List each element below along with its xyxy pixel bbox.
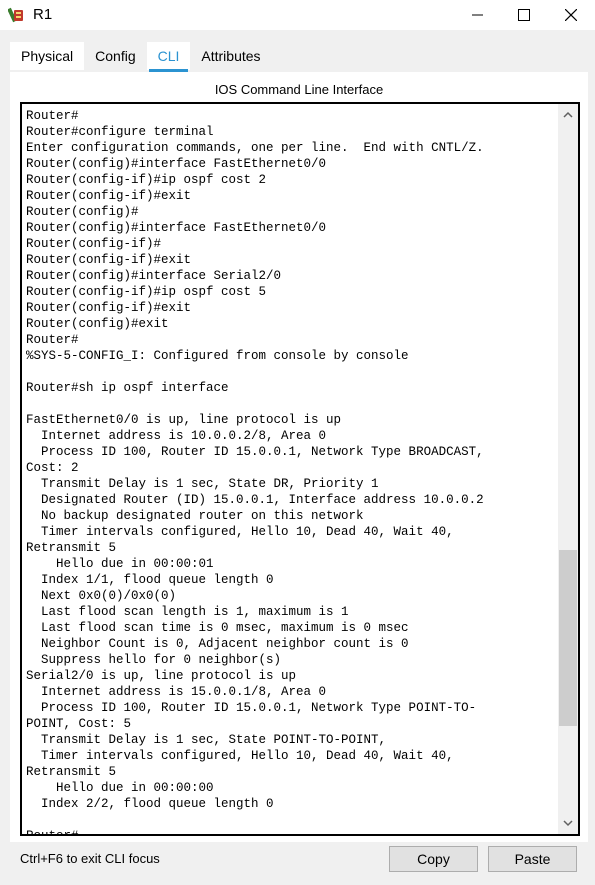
minimize-icon <box>472 14 483 16</box>
console-line: Serial2/0 is up, line protocol is up <box>26 669 297 683</box>
console-line: Last flood scan time is 0 msec, maximum … <box>26 621 409 635</box>
console-line: Timer intervals configured, Hello 10, De… <box>26 749 454 763</box>
console-line: Neighbor Count is 0, Adjacent neighbor c… <box>26 637 409 651</box>
console-output[interactable]: Router# Router#configure terminal Enter … <box>26 108 556 836</box>
console-line: Transmit Delay is 1 sec, State DR, Prior… <box>26 477 379 491</box>
copy-button[interactable]: Copy <box>389 846 478 872</box>
cli-console[interactable]: Router# Router#configure terminal Enter … <box>20 102 580 836</box>
console-line: Router(config-if)#exit <box>26 301 192 315</box>
console-line: Internet address is 15.0.0.1/8, Area 0 <box>26 685 327 699</box>
console-line: POINT, Cost: 5 <box>26 717 132 731</box>
console-line: Timer intervals configured, Hello 10, De… <box>26 525 454 539</box>
console-line: Router# <box>26 109 79 123</box>
cli-focus-hint: Ctrl+F6 to exit CLI focus <box>20 851 160 866</box>
scroll-thumb[interactable] <box>559 550 577 726</box>
console-line: Enter configuration commands, one per li… <box>26 141 484 155</box>
tab-cli[interactable]: CLI <box>146 42 191 72</box>
console-line: Router(config-if)#exit <box>26 189 192 203</box>
console-line: FastEthernet0/0 is up, line protocol is … <box>26 413 342 427</box>
console-line: Router(config-if)# <box>26 237 162 251</box>
close-button[interactable] <box>548 0 594 30</box>
window-title: R1 <box>33 6 53 23</box>
console-line: Router(config)#interface FastEthernet0/0 <box>26 157 327 171</box>
console-line: Router# <box>26 333 79 347</box>
console-line: Designated Router (ID) 15.0.0.1, Interfa… <box>26 493 484 507</box>
router-app-icon <box>7 5 28 25</box>
console-scrollbar[interactable] <box>558 104 578 834</box>
console-line: Process ID 100, Router ID 15.0.0.1, Netw… <box>26 445 484 459</box>
console-line: Hello due in 00:00:01 <box>26 557 214 571</box>
close-icon <box>565 9 577 21</box>
console-line: Last flood scan length is 1, maximum is … <box>26 605 349 619</box>
maximize-icon <box>518 9 530 21</box>
chevron-up-icon <box>563 111 573 118</box>
panel-heading: IOS Command Line Interface <box>214 82 384 97</box>
chevron-down-icon <box>563 820 573 827</box>
console-line: Router(config-if)#ip ospf cost 2 <box>26 173 267 187</box>
console-line: Router(config)#interface FastEthernet0/0 <box>26 221 327 235</box>
console-line: Router(config-if)#ip ospf cost 5 <box>26 285 267 299</box>
tab-bar: Physical Config CLI Attributes <box>10 42 272 72</box>
console-line: Transmit Delay is 1 sec, State POINT-TO-… <box>26 733 387 747</box>
console-line: Process ID 100, Router ID 15.0.0.1, Netw… <box>26 701 477 715</box>
console-line: No backup designated router on this netw… <box>26 509 364 523</box>
console-line: Router(config)#exit <box>26 317 169 331</box>
tab-attributes[interactable]: Attributes <box>190 42 272 70</box>
maximize-button[interactable] <box>501 0 547 30</box>
console-line: Router(config-if)#exit <box>26 253 192 267</box>
console-line: Router(config)#interface Serial2/0 <box>26 269 282 283</box>
console-line: Router#sh ip ospf interface <box>26 381 229 395</box>
console-line: Router# <box>26 829 79 836</box>
console-line: Next 0x0(0)/0x0(0) <box>26 589 177 603</box>
scroll-up-button[interactable] <box>558 106 578 124</box>
console-line: Hello due in 00:00:00 <box>26 781 214 795</box>
console-line: Suppress hello for 0 neighbor(s) <box>26 653 282 667</box>
console-line: Router(config)# <box>26 205 139 219</box>
title-bar[interactable]: R1 <box>0 0 595 30</box>
console-line: %SYS-5-CONFIG_I: Configured from console… <box>26 349 409 363</box>
console-line: Router#configure terminal <box>26 125 214 139</box>
tab-physical[interactable]: Physical <box>10 42 85 70</box>
console-line: Internet address is 10.0.0.2/8, Area 0 <box>26 429 327 443</box>
console-line: Cost: 2 <box>26 461 79 475</box>
paste-button[interactable]: Paste <box>488 846 577 872</box>
cli-window: R1 Physical Config CLI Attributes IOS Co… <box>0 0 595 885</box>
tab-config[interactable]: Config <box>84 42 147 70</box>
minimize-button[interactable] <box>455 0 501 30</box>
console-line: Retransmit 5 <box>26 765 117 779</box>
console-line: Index 2/2, flood queue length 0 <box>26 797 274 811</box>
console-line: Retransmit 5 <box>26 541 117 555</box>
scroll-down-button[interactable] <box>558 814 578 832</box>
console-line: Index 1/1, flood queue length 0 <box>26 573 274 587</box>
